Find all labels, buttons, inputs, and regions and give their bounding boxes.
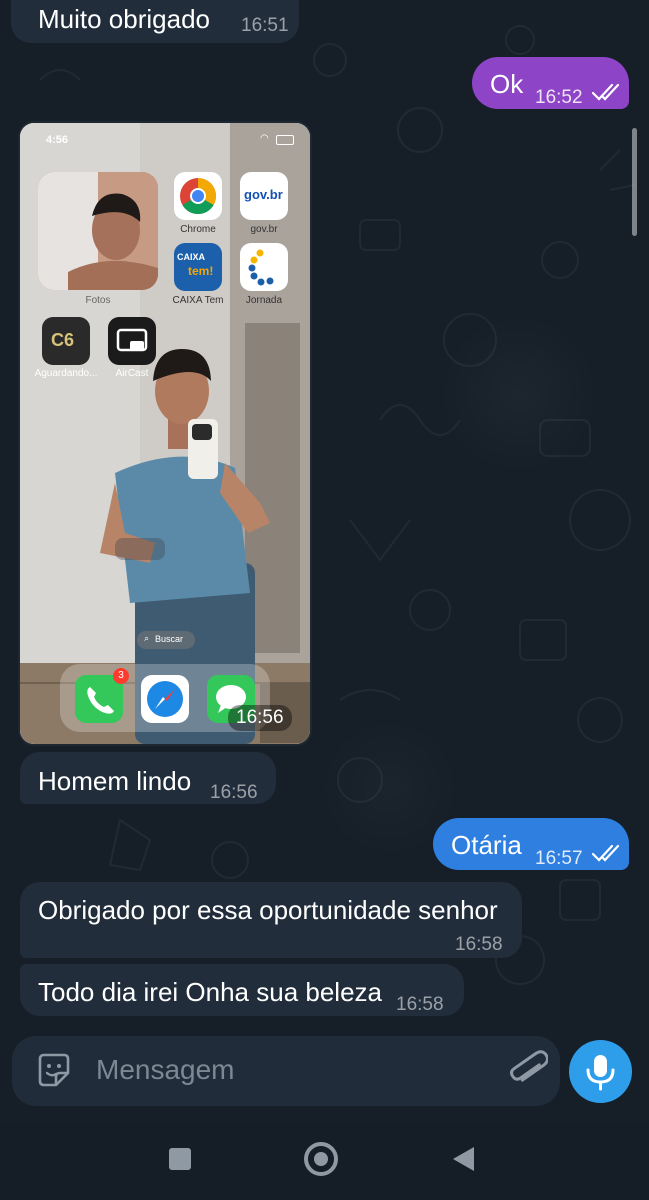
message-outgoing[interactable]: Ok 16:52: [472, 57, 629, 109]
app-label-govbr: gov.br: [250, 224, 278, 235]
caixa-logo-line1: CAIXA: [177, 252, 206, 262]
message-incoming[interactable]: Todo dia irei Onha sua beleza 16:58: [20, 964, 464, 1016]
c6-app-icon: C6: [42, 317, 90, 365]
message-text: Obrigado por essa oportunidade senhor: [38, 895, 498, 925]
app-label-chrome: Chrome: [180, 224, 216, 235]
message-text: Todo dia irei Onha sua beleza: [38, 977, 383, 1007]
safari-app-icon: [141, 675, 189, 723]
status-time: 4:56: [46, 134, 69, 146]
compass-icon: [147, 681, 183, 717]
read-checkmarks-icon: [592, 844, 620, 862]
read-checkmarks-icon: [592, 83, 620, 101]
system-navigation-bar: [0, 1125, 649, 1200]
message-text: Otária: [451, 830, 522, 860]
search-label: Buscar: [155, 634, 184, 644]
search-icon: ⌕: [144, 633, 150, 643]
cast-icon: [116, 328, 148, 352]
message-incoming[interactable]: Obrigado por essa oportunidade senhor 16…: [20, 882, 522, 958]
recent-apps-button[interactable]: [169, 1148, 191, 1170]
app-label-caixa: CAIXA Tem: [172, 295, 224, 306]
photo-message[interactable]: 4:56 ◠ Fotos Chrome gov.br gov.br CAIXA …: [20, 123, 310, 744]
app-label-fotos: Fotos: [85, 295, 111, 306]
photo-timestamp: 16:56: [228, 705, 292, 731]
message-input[interactable]: Mensagem: [96, 1054, 235, 1086]
govbr-app-icon: gov.br: [240, 172, 288, 220]
jornada-icon: [248, 249, 274, 286]
message-incoming[interactable]: Homem lindo 16:56: [20, 752, 276, 804]
fotos-widget: [38, 172, 158, 290]
app-label-c6: Aguardando...: [34, 368, 98, 379]
message-incoming[interactable]: Muito obrigado 16:51: [11, 0, 299, 43]
aircast-app-icon: [108, 317, 156, 365]
chat-area[interactable]: Muito obrigado 16:51 Ok 16:52 4:56 ◠ Fot…: [0, 0, 649, 1125]
message-text: Ok: [490, 69, 524, 99]
message-time: 16:52: [535, 87, 583, 108]
c6-logo: C6: [51, 330, 75, 350]
sticker-icon[interactable]: [34, 1051, 74, 1091]
chrome-app-icon: [174, 172, 222, 220]
home-button[interactable]: [304, 1142, 338, 1176]
home-button-dot: [314, 1152, 328, 1166]
message-time: 16:58: [455, 934, 503, 955]
voice-record-button[interactable]: [569, 1040, 632, 1103]
caixa-app-icon: CAIXA tem!: [174, 243, 222, 291]
jornada-app-icon: [240, 243, 288, 291]
govbr-logo: gov.br: [244, 187, 283, 202]
message-time: 16:51: [241, 15, 289, 36]
battery-icon: [276, 135, 294, 145]
message-input-bar: Mensagem: [12, 1036, 560, 1106]
app-label-jornada: Jornada: [245, 295, 283, 306]
message-time: 16:58: [396, 994, 444, 1015]
message-time: 16:57: [535, 848, 583, 869]
chrome-icon: [180, 178, 217, 215]
widget-photo: [38, 172, 158, 290]
app-label-aircast: AirCast: [115, 368, 149, 379]
back-icon[interactable]: [450, 1145, 476, 1173]
message-outgoing[interactable]: Otária 16:57: [433, 818, 629, 870]
microphone-icon: [586, 1055, 615, 1091]
caixa-logo-line2: tem!: [188, 264, 214, 278]
search-pill: ⌕ Buscar: [137, 631, 195, 649]
scrollbar[interactable]: [632, 128, 637, 236]
attach-icon[interactable]: [508, 1049, 548, 1093]
message-text: Muito obrigado: [38, 4, 210, 34]
wifi-icon: ◠: [260, 133, 269, 144]
message-time: 16:56: [210, 782, 258, 803]
notification-badge: 3: [113, 668, 129, 684]
message-text: Homem lindo: [38, 766, 192, 796]
